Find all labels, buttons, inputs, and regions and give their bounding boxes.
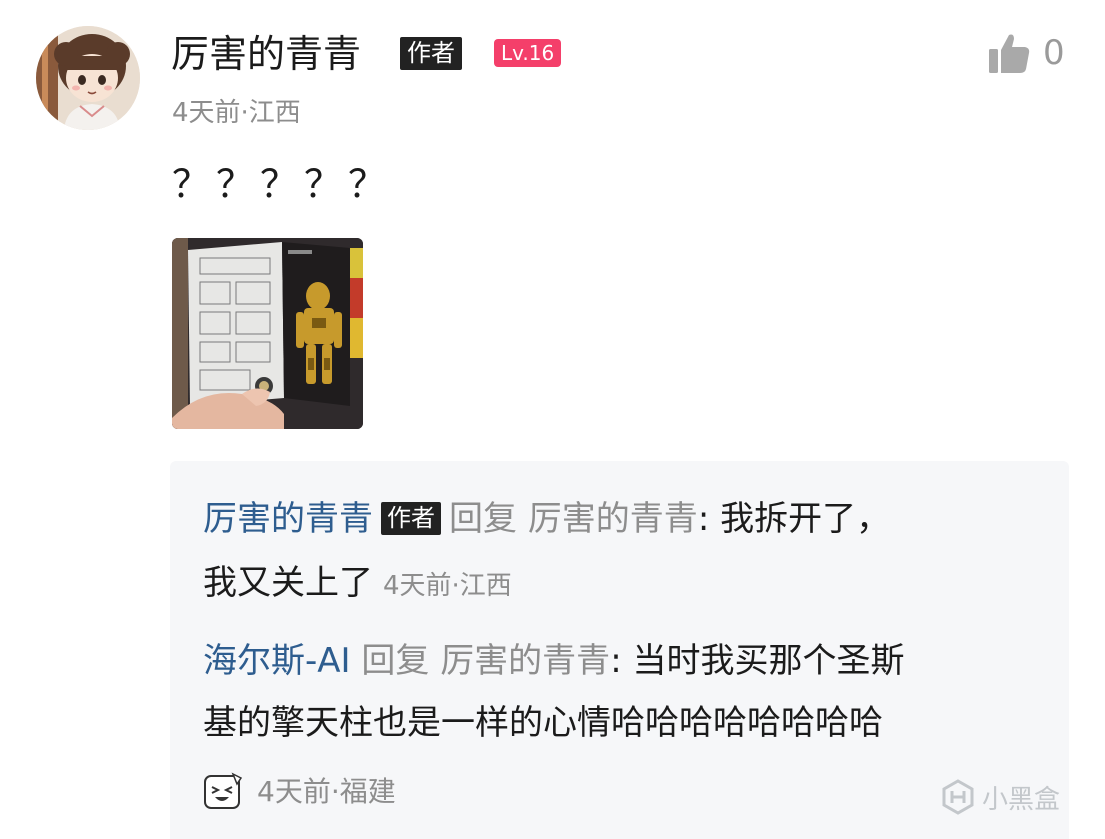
level-badge: Lv.16: [494, 39, 562, 67]
reply-target-name[interactable]: 厉害的青青: [440, 641, 610, 681]
comment-username[interactable]: 厉害的青青: [171, 30, 361, 78]
laughing-face-icon[interactable]: [203, 772, 243, 812]
comment-page: 厉害的青青 作者 Lv.16 0 4天前·江西 ？？？？？ 厉害的青青 作者 回…: [0, 0, 1105, 839]
reply-author-name[interactable]: 海尔斯-AI: [203, 641, 351, 681]
watermark-text: 小黑盒: [982, 784, 1061, 815]
reply-item-continued: 我又关上了 4天前·江西: [203, 561, 512, 608]
reply-time-location: 4天前·江西: [383, 571, 512, 601]
reply-item[interactable]: 海尔斯-AI 回复 厉害的青青: 当时我买那个圣斯: [203, 639, 904, 683]
author-badge: 作者: [400, 37, 462, 70]
reply-target-name[interactable]: 厉害的青青: [528, 499, 698, 539]
user-avatar[interactable]: [36, 26, 140, 130]
thumbs-up-icon: [989, 34, 1030, 73]
comment-time-location: 4天前·江西: [172, 98, 301, 128]
reply-text: : 当时我买那个圣斯: [610, 641, 905, 681]
reply-text: : 我拆开了，: [697, 499, 891, 539]
reply-footer-time-location: 4天前·福建: [257, 775, 396, 808]
reply-verb: 回复: [361, 641, 430, 681]
reply-text-continued: 我又关上了: [203, 563, 373, 603]
reply-footer: 4天前·福建: [203, 770, 396, 814]
reply-verb: 回复: [449, 499, 517, 539]
watermark: 小黑盒: [940, 777, 1060, 817]
reply-list: 厉害的青青 作者 回复 厉害的青青: 我拆开了， 我又关上了 4天前·江西 海尔斯-A…: [170, 461, 1069, 839]
like-count: 0: [1043, 33, 1065, 73]
comment-image[interactable]: [172, 238, 363, 429]
comment-text: ？？？？？: [172, 162, 393, 206]
reply-author-badge: 作者: [381, 502, 441, 535]
heybox-logo-icon: [942, 779, 974, 815]
reply-item[interactable]: 厉害的青青 作者 回复 厉害的青青: 我拆开了，: [203, 497, 890, 541]
reply-text-continued: 基的擎天柱也是一样的心情哈哈哈哈哈哈哈哈: [203, 703, 883, 743]
reply-author-name[interactable]: 厉害的青青: [203, 499, 373, 539]
reply-item-continued: 基的擎天柱也是一样的心情哈哈哈哈哈哈哈哈: [203, 701, 883, 745]
like-button[interactable]: 0: [987, 30, 1065, 76]
